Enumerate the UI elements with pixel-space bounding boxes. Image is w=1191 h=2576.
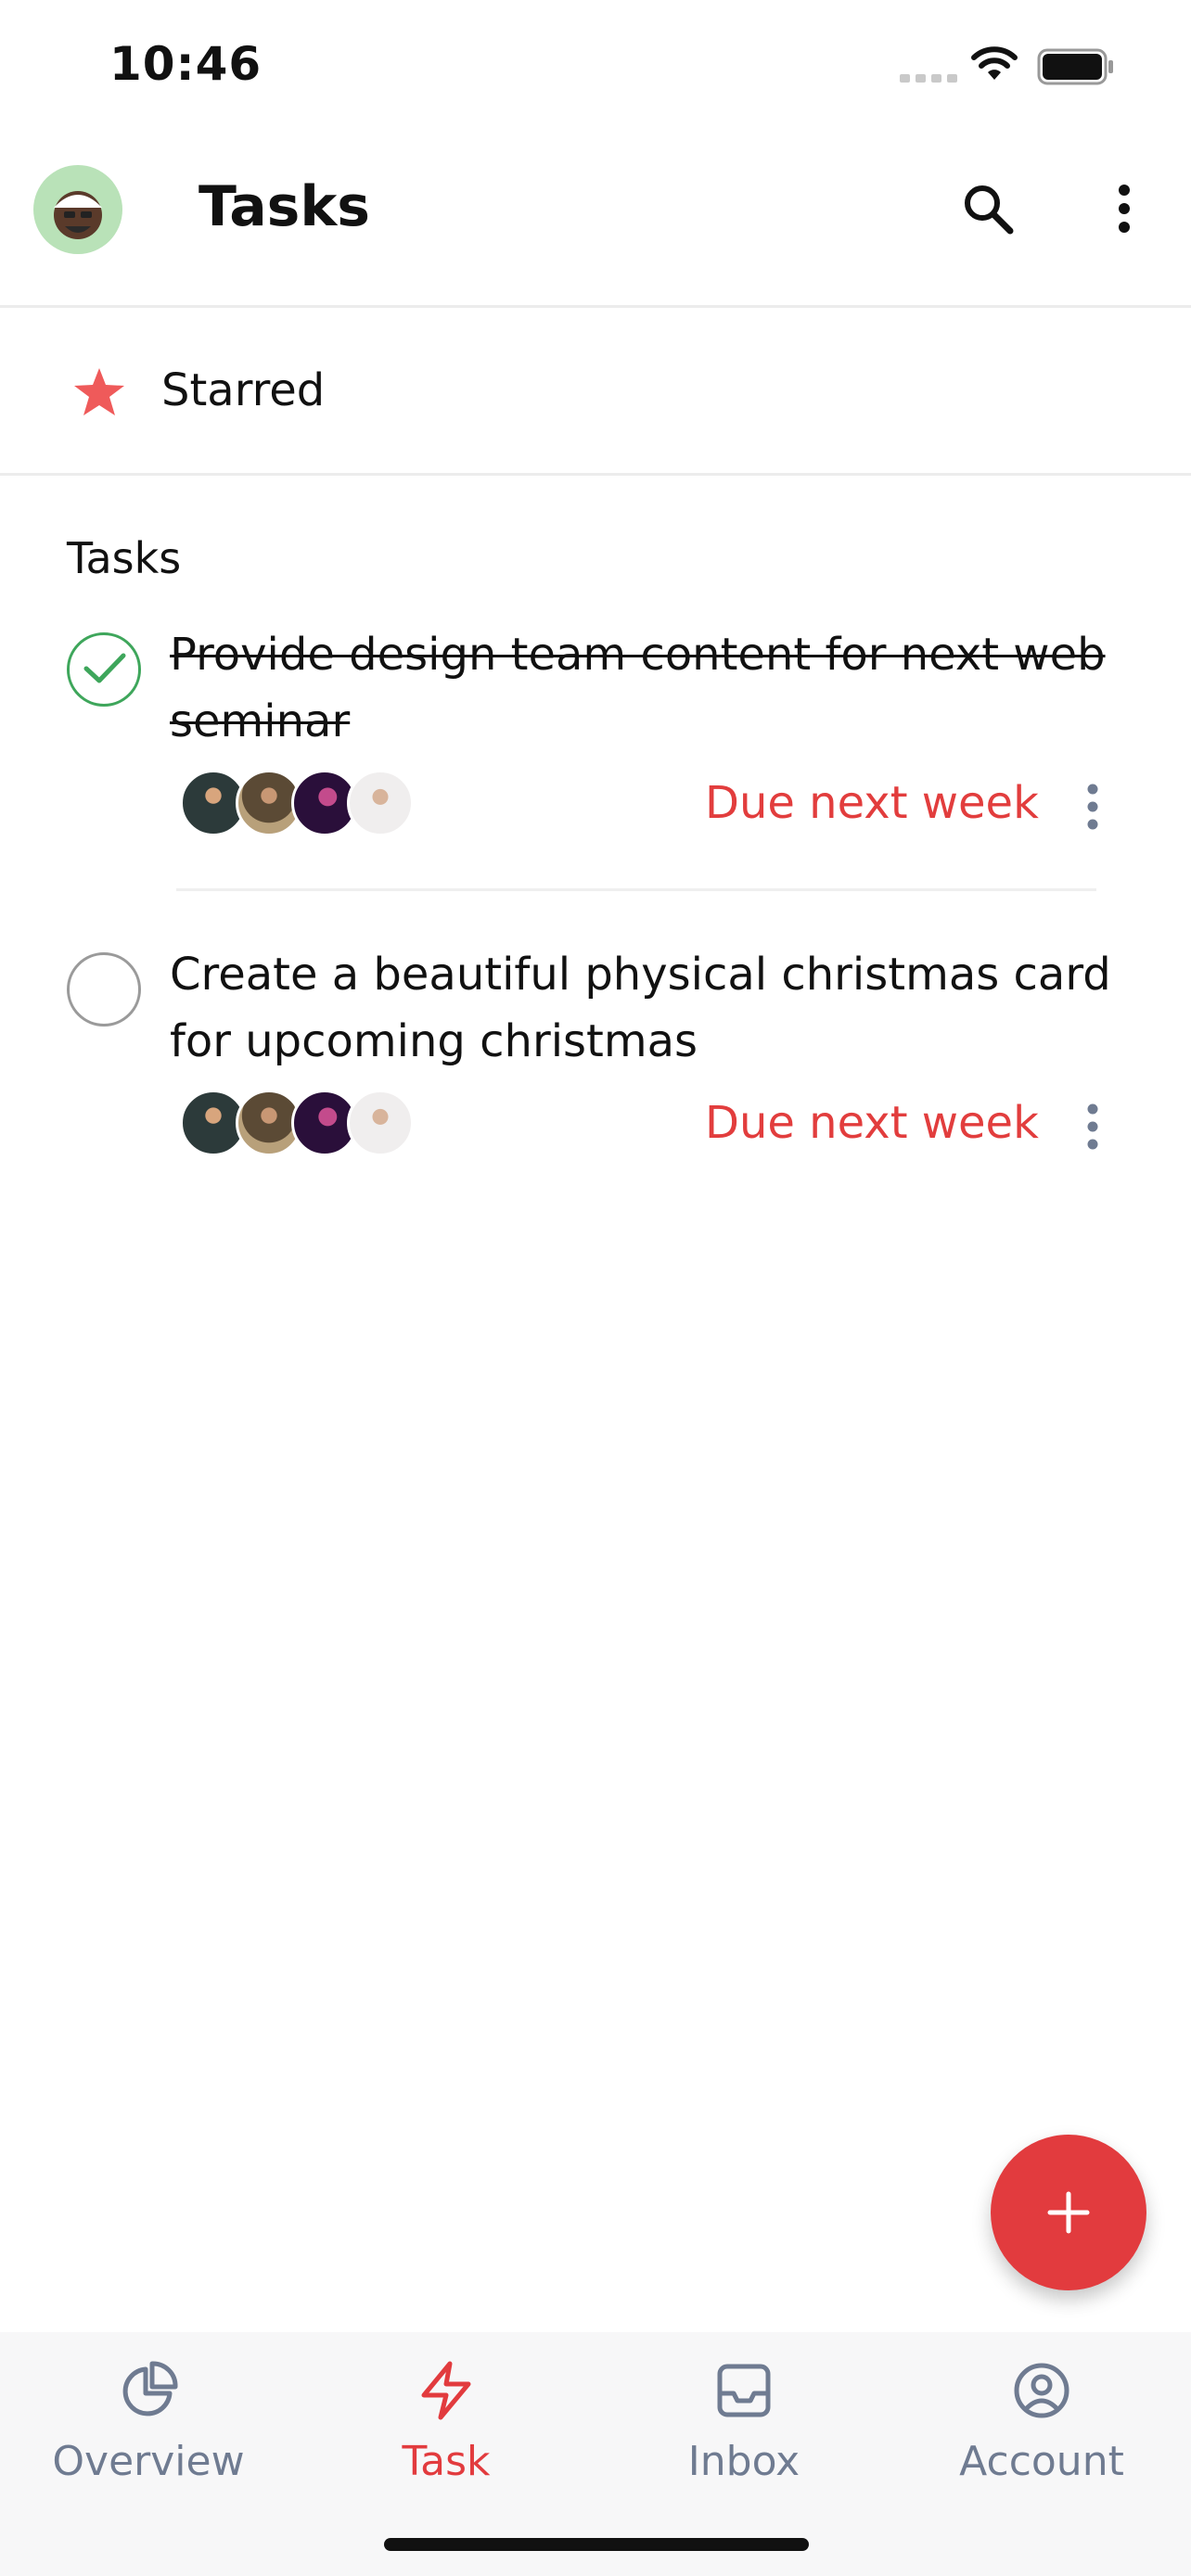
task-divider xyxy=(176,888,1096,891)
member-avatar xyxy=(347,1090,414,1156)
member-avatar xyxy=(347,770,414,836)
task-members[interactable] xyxy=(180,770,414,836)
pie-chart-icon xyxy=(122,2361,178,2417)
starred-label: Starred xyxy=(161,364,326,416)
home-indicator xyxy=(384,2538,809,2551)
nav-label: Account xyxy=(959,2438,1124,2485)
nav-label: Task xyxy=(402,2438,491,2485)
plus-icon xyxy=(1047,2191,1090,2234)
bottom-navigation: Overview Task Inbox Account xyxy=(0,2332,1191,2576)
nav-label: Inbox xyxy=(687,2438,800,2485)
nav-item-account[interactable]: Account xyxy=(893,2358,1190,2497)
checkmark-icon xyxy=(83,653,126,683)
task-members[interactable] xyxy=(180,1090,414,1156)
avatar-image xyxy=(54,191,102,239)
nav-item-task[interactable]: Task xyxy=(298,2358,595,2497)
more-options-button[interactable] xyxy=(1095,176,1154,241)
nav-item-inbox[interactable]: Inbox xyxy=(596,2358,892,2497)
due-date: Due next week xyxy=(705,1097,1039,1149)
nav-item-overview[interactable]: Overview xyxy=(0,2358,297,2497)
star-icon xyxy=(74,368,124,415)
nav-label: Overview xyxy=(52,2438,245,2485)
page-title: Tasks xyxy=(198,174,371,239)
avatar[interactable] xyxy=(33,165,122,254)
task-more-button[interactable] xyxy=(1074,1097,1111,1156)
search-button[interactable] xyxy=(955,176,1020,241)
wifi-icon xyxy=(971,46,1018,80)
inbox-icon xyxy=(717,2364,771,2417)
user-circle-icon xyxy=(1014,2363,1069,2418)
starred-filter[interactable]: Starred xyxy=(0,311,1191,476)
status-bar: 10:46 xyxy=(0,0,1191,139)
battery-icon xyxy=(1037,48,1113,85)
task-title[interactable]: Create a beautiful physical christmas ca… xyxy=(170,941,1134,1075)
more-vertical-icon xyxy=(1087,1103,1098,1150)
status-time: 10:46 xyxy=(109,37,263,91)
task-checkbox[interactable] xyxy=(67,632,141,707)
task-checkbox[interactable] xyxy=(67,952,141,1027)
search-icon xyxy=(965,185,1014,235)
more-vertical-icon xyxy=(1119,185,1130,233)
section-title-tasks: Tasks xyxy=(67,533,182,583)
task-title[interactable]: Provide design team content for next web… xyxy=(170,621,1134,755)
signal-icon xyxy=(900,74,957,83)
due-date: Due next week xyxy=(705,777,1039,829)
app-header: Tasks xyxy=(0,139,1191,308)
more-vertical-icon xyxy=(1087,784,1098,830)
task-more-button[interactable] xyxy=(1074,777,1111,836)
add-task-button[interactable] xyxy=(991,2135,1146,2290)
lightning-icon xyxy=(421,2361,471,2420)
